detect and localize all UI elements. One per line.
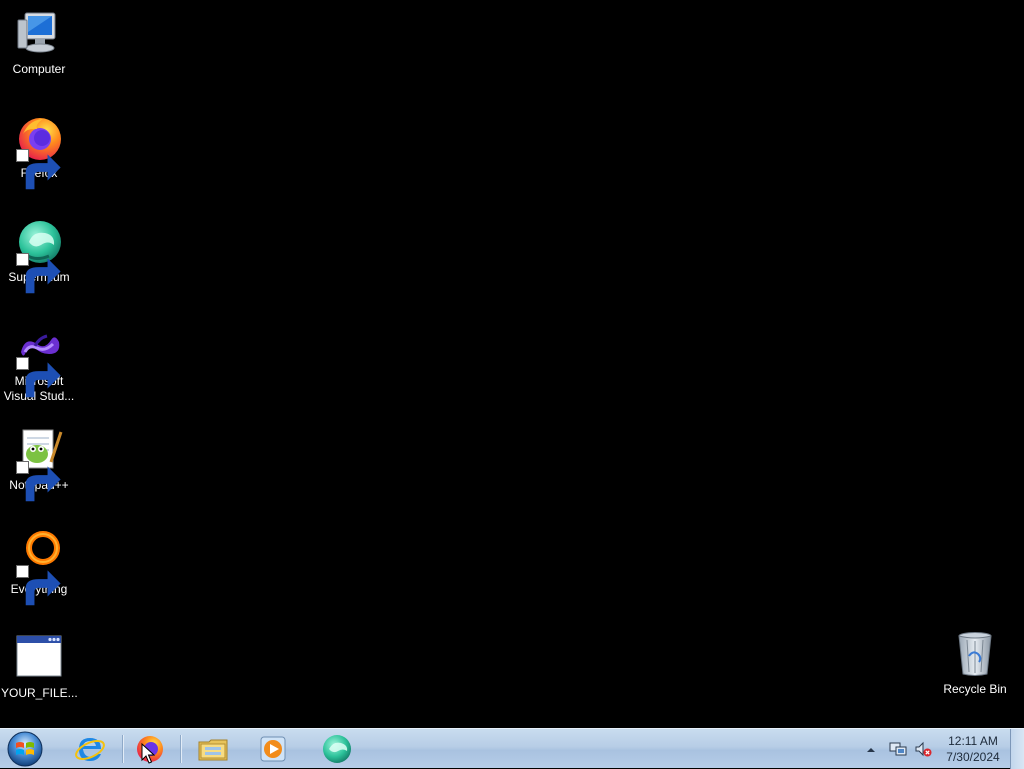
system-clock[interactable]: 12:11 AM 7/30/2024 [938,733,1008,765]
mouse-cursor-icon [141,743,155,764]
desktop-icon-computer[interactable]: Computer [1,10,77,77]
firefox-icon [15,114,63,190]
desktop-icon-firefox[interactable]: Firefox [1,114,77,190]
network-icon [889,742,907,756]
clock-date: 7/30/2024 [946,750,1000,764]
start-button[interactable] [5,730,45,768]
windows-start-orb-icon [7,731,43,767]
supermium-icon [323,735,351,763]
volume-muted-icon [915,741,932,757]
desktop-icon-visual-studio[interactable]: Microsoft Visual Stud... [1,322,77,404]
desktop-icon-everything[interactable]: Everything [1,530,77,606]
shortcut-arrow-icon [16,253,61,294]
supermium-icon [15,218,63,294]
shortcut-arrow-icon [16,461,61,502]
clock-time: 12:11 AM [948,734,998,748]
desktop-icon-label: Computer [12,62,66,76]
window-file-icon [15,634,63,682]
shortcut-arrow-icon [16,357,61,398]
taskbar-file-explorer[interactable] [189,731,237,767]
desktop[interactable]: Computer Firefox Supermium Microsoft Vis… [0,0,1024,728]
computer-icon [15,10,63,58]
show-hidden-icons-button[interactable] [864,743,878,755]
show-desktop-button[interactable] [1010,729,1024,769]
desktop-icon-label: YOUR_FILE... [1,686,78,700]
media-player-icon [260,736,286,762]
notepad-plus-plus-icon [15,426,63,502]
file-explorer-icon [198,739,228,761]
desktop-icon-supermium[interactable]: Supermium [1,218,77,294]
taskbar-separator [122,735,123,763]
taskbar-media-player[interactable] [249,731,297,767]
taskbar-supermium[interactable] [313,731,361,767]
desktop-icon-label: Recycle Bin [943,682,1007,696]
taskbar-internet-explorer[interactable] [66,731,114,767]
recycle-bin-icon [951,630,999,678]
tray-network[interactable] [889,740,907,758]
desktop-icon-recycle-bin[interactable]: Recycle Bin [937,630,1013,697]
internet-explorer-icon [75,738,105,761]
tray-volume[interactable] [914,740,932,758]
shortcut-arrow-icon [16,149,61,190]
taskbar-separator [180,735,181,763]
desktop-icon-notepad-plus-plus[interactable]: Notepad++ [1,426,77,502]
desktop-icon-your-file[interactable]: YOUR_FILE... [1,634,78,701]
everything-search-icon [15,530,63,606]
visual-studio-icon [15,322,63,398]
show-hidden-icons-arrow-icon [867,748,875,752]
shortcut-arrow-icon [16,565,61,606]
